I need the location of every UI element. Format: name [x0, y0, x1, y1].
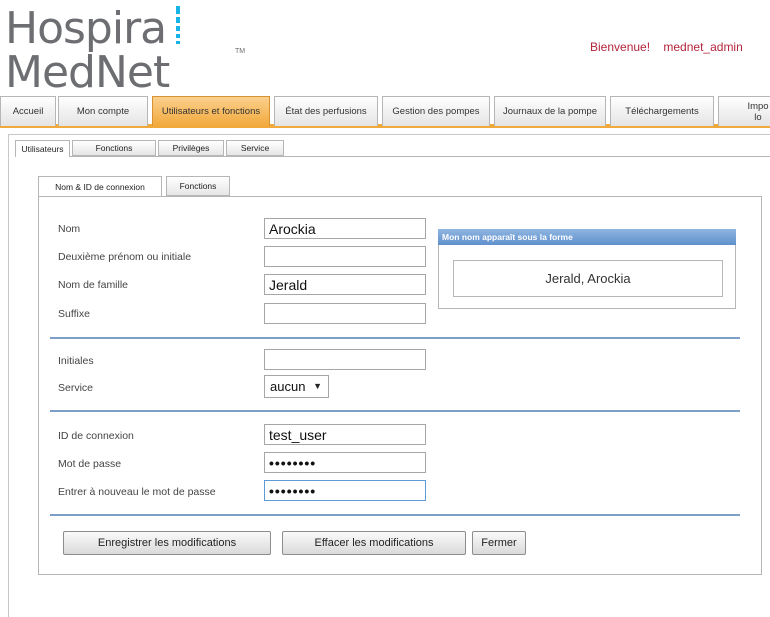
- display-name-header: Mon nom apparaît sous la forme: [438, 229, 736, 245]
- confirm-mot-de-passe-input[interactable]: [264, 480, 426, 501]
- section-divider: [50, 514, 740, 516]
- id-connexion-input[interactable]: [264, 424, 426, 445]
- section-divider: [50, 337, 740, 339]
- mot-de-passe-input[interactable]: [264, 452, 426, 473]
- confirm-mot-de-passe-label: Entrer à nouveau le mot de passe: [58, 486, 216, 498]
- logo-trademark: TM: [235, 48, 246, 55]
- chevron-down-icon: ▼: [313, 381, 322, 391]
- nav-tab-gestion-pompes[interactable]: Gestion des pompes: [382, 96, 490, 126]
- logo-text-hospira: Hospira: [5, 3, 167, 54]
- suffixe-label: Suffixe: [58, 308, 90, 320]
- suffixe-input[interactable]: [264, 303, 426, 324]
- nom-input[interactable]: [264, 218, 426, 239]
- close-button[interactable]: Fermer: [472, 531, 526, 555]
- display-name-value: Jerald, Arockia: [453, 260, 723, 297]
- nav-tab-journaux-pompe[interactable]: Journaux de la pompe: [494, 96, 606, 126]
- logo-text-mednet: MedNet: [5, 47, 170, 98]
- subtab-service[interactable]: Service: [226, 140, 284, 156]
- nav-tab-mon-compte[interactable]: Mon compte: [58, 96, 148, 126]
- nom-famille-label: Nom de famille: [58, 279, 129, 291]
- id-connexion-label: ID de connexion: [58, 430, 134, 442]
- mot-de-passe-label: Mot de passe: [58, 458, 122, 470]
- deuxieme-prenom-label: Deuxième prénom ou initiale: [58, 251, 192, 263]
- hospira-mednet-logo: Hospira MedNet TM: [5, 6, 275, 96]
- nom-famille-input[interactable]: [264, 274, 426, 295]
- nav-tab-accueil[interactable]: Accueil: [0, 96, 56, 126]
- logo-accent-icon: [176, 6, 180, 48]
- service-select[interactable]: aucun ▼: [264, 375, 329, 398]
- subtab-utilisateurs[interactable]: Utilisateurs: [15, 140, 70, 157]
- initiales-label: Initiales: [58, 355, 94, 367]
- innertab-fonctions[interactable]: Fonctions: [166, 176, 230, 196]
- welcome-message: Bienvenue! mednet_admin: [590, 40, 743, 54]
- initiales-input[interactable]: [264, 349, 426, 370]
- current-username: mednet_admin: [663, 40, 743, 54]
- service-label: Service: [58, 382, 94, 394]
- nom-label: Nom: [58, 223, 81, 235]
- subtab-baseline: [15, 156, 770, 157]
- subtab-fonctions[interactable]: Fonctions: [72, 140, 156, 156]
- nav-tab-telechargements[interactable]: Téléchargements: [610, 96, 714, 126]
- deuxieme-prenom-input[interactable]: [264, 246, 426, 267]
- nav-tab-import[interactable]: Impo lo: [718, 96, 770, 126]
- subtab-privileges[interactable]: Privilèges: [158, 140, 224, 156]
- section-divider: [50, 410, 740, 412]
- clear-button[interactable]: Effacer les modifications: [282, 531, 466, 555]
- welcome-label: Bienvenue!: [590, 40, 651, 54]
- innertab-nom-id-connexion[interactable]: Nom & ID de connexion: [38, 176, 162, 197]
- nav-tab-utilisateurs[interactable]: Utilisateurs et fonctions: [152, 96, 270, 126]
- save-button[interactable]: Enregistrer les modifications: [63, 531, 271, 555]
- nav-tab-etat-perfusions[interactable]: État des perfusions: [274, 96, 378, 126]
- service-selected-value: aucun: [270, 379, 306, 394]
